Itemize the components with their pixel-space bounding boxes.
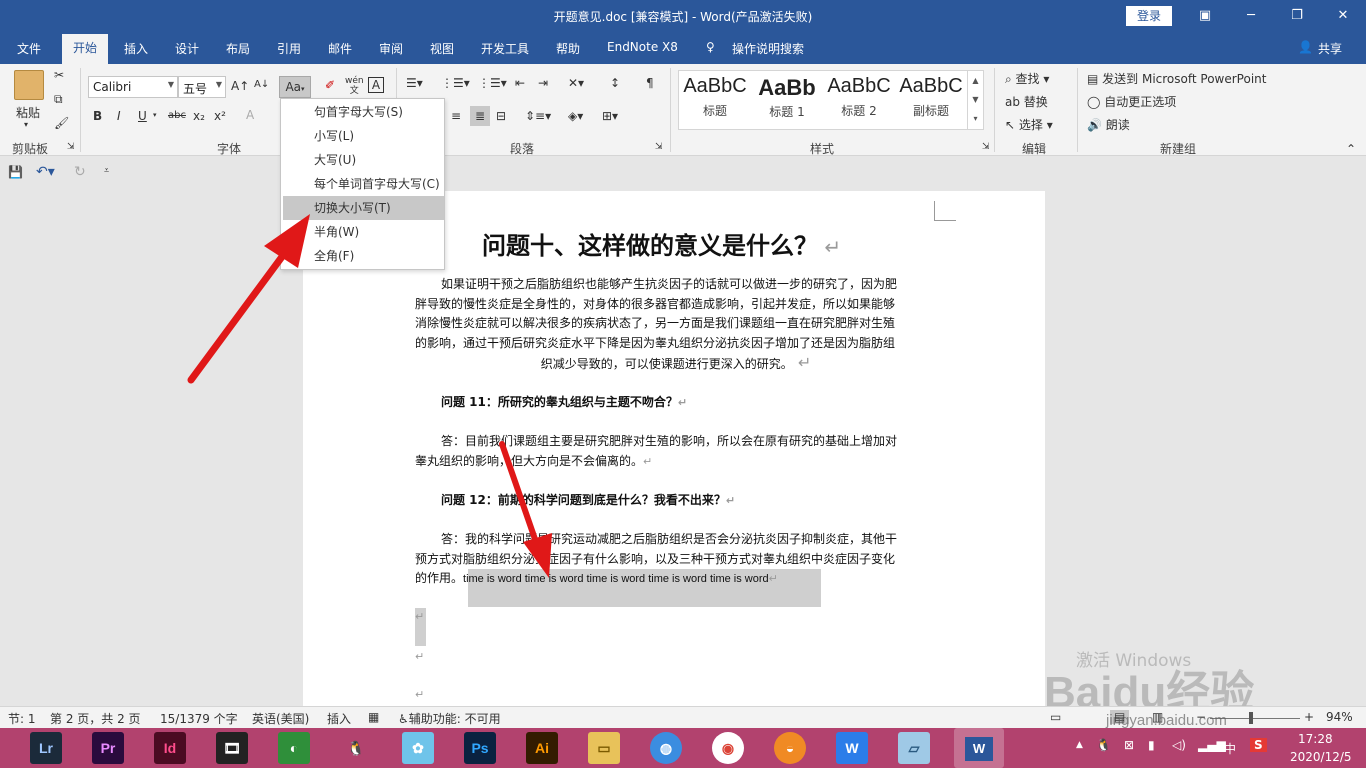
network-icon[interactable]: ▂▄▆ <box>1198 738 1226 752</box>
annotation-arrows <box>187 214 552 578</box>
clock-date[interactable]: 2020/12/5 <box>1290 750 1352 764</box>
status-words[interactable]: 15/1379 个字 <box>160 710 238 727</box>
qq-icon[interactable]: 🐧 <box>340 732 372 764</box>
video-editor-icon[interactable]: 🎞 <box>216 732 248 764</box>
watermark-url: jingyan.baidu.com <box>1106 712 1227 729</box>
zoom-slider-thumb[interactable] <box>1249 712 1253 724</box>
indesign-icon[interactable]: Id <box>154 732 186 764</box>
arrow-to-text-head <box>523 533 552 578</box>
arrow-to-menu-head <box>264 214 310 268</box>
status-page[interactable]: 第 2 页，共 2 页 <box>50 710 141 727</box>
battery-icon[interactable]: ▮ <box>1148 738 1155 752</box>
photoshop-icon[interactable]: Ps <box>464 732 496 764</box>
zoom-level[interactable]: 94% <box>1326 710 1353 724</box>
arrow-to-menu-shaft <box>187 250 288 384</box>
word-taskbar-button[interactable]: W <box>954 728 1004 768</box>
chrome-icon[interactable]: ◉ <box>712 732 744 764</box>
browser-icon[interactable]: ◍ <box>650 732 682 764</box>
volume-icon[interactable]: ◁) <box>1172 738 1186 752</box>
clock-time[interactable]: 17:28 <box>1298 732 1333 746</box>
app-icon[interactable]: ◒ <box>774 732 806 764</box>
macro-icon[interactable]: ▦ <box>368 710 379 724</box>
accessibility-icon: ♿ <box>398 712 409 726</box>
sogou-ime-icon[interactable]: S <box>1250 738 1267 752</box>
status-section[interactable]: 节: 1 <box>8 710 36 727</box>
zoom-in-icon[interactable]: + <box>1304 710 1314 724</box>
tray-expand-icon[interactable]: ▲ <box>1076 740 1083 750</box>
app-icon[interactable]: ◐ <box>278 732 310 764</box>
chat-app-icon[interactable]: ✿ <box>402 732 434 764</box>
word-icon: W <box>965 737 993 761</box>
status-insert-mode[interactable]: 插入 <box>327 710 351 727</box>
arrow-to-text-shaft <box>499 441 539 545</box>
illustrator-icon[interactable]: Ai <box>526 732 558 764</box>
lightroom-icon[interactable]: Lr <box>30 732 62 764</box>
premiere-icon[interactable]: Pr <box>92 732 124 764</box>
notes-icon[interactable]: ▱ <box>898 732 930 764</box>
status-language[interactable]: 英语(美国) <box>252 710 309 727</box>
read-mode-icon[interactable]: ▭ <box>1050 710 1061 724</box>
taskbar: Lr Pr Id 🎞 ◐ 🐧 ✿ Ps Ai ▭ ◍ ◉ ◒ W ▱ W ▲ 🐧… <box>0 728 1366 768</box>
qq-tray-icon[interactable]: 🐧 <box>1096 738 1111 752</box>
ime-indicator[interactable]: 中 <box>1224 740 1236 757</box>
accessibility-status[interactable]: ♿辅助功能: 不可用 <box>398 710 501 727</box>
security-icon[interactable]: ⊠ <box>1124 738 1134 752</box>
file-explorer-icon[interactable]: ▭ <box>588 732 620 764</box>
wps-icon[interactable]: W <box>836 732 868 764</box>
